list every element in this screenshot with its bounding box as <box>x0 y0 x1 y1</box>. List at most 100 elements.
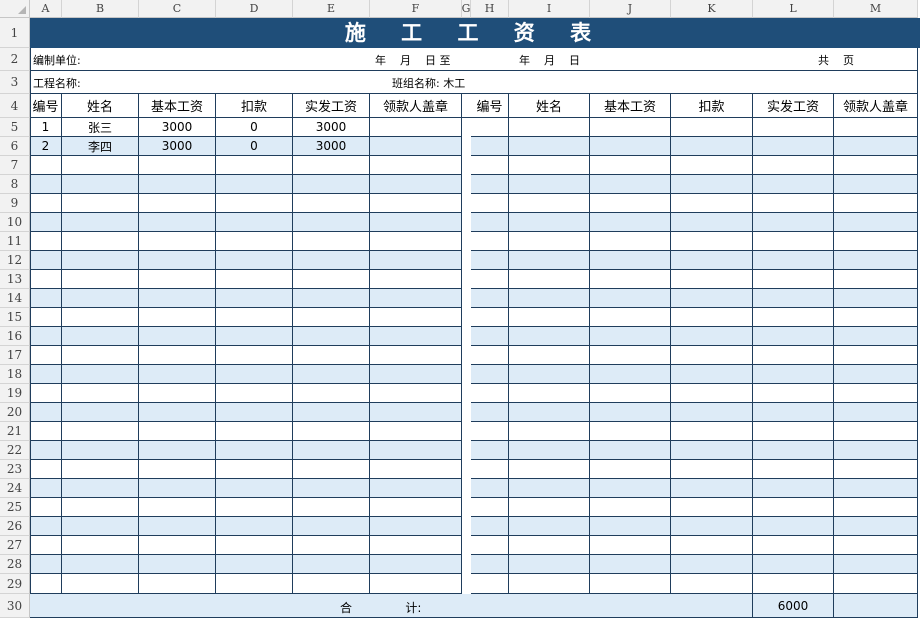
table-cell-right[interactable] <box>471 346 509 365</box>
table-cell-right[interactable] <box>471 232 509 251</box>
gap-cell[interactable] <box>462 346 471 365</box>
table-cell-left[interactable] <box>139 251 216 270</box>
row-header-7[interactable]: 7 <box>0 156 30 175</box>
gap-cell[interactable] <box>462 94 471 118</box>
table-cell-left[interactable] <box>370 574 462 594</box>
table-cell-left[interactable] <box>62 574 139 594</box>
table-cell-right[interactable] <box>671 498 753 517</box>
row-header-14[interactable]: 14 <box>0 289 30 308</box>
table-cell-right[interactable] <box>471 555 509 574</box>
table-cell-right[interactable] <box>509 137 590 156</box>
table-cell-left[interactable]: 1 <box>30 118 62 137</box>
table-cell-left[interactable] <box>216 346 293 365</box>
table-cell-right[interactable] <box>753 441 834 460</box>
table-cell-right[interactable] <box>509 118 590 137</box>
table-cell-left[interactable] <box>139 517 216 536</box>
table-cell-right[interactable] <box>509 289 590 308</box>
table-cell-right[interactable] <box>834 441 918 460</box>
table-cell-right[interactable] <box>753 403 834 422</box>
table-cell-right[interactable] <box>834 156 918 175</box>
table-cell-right[interactable] <box>834 232 918 251</box>
row-header-5[interactable]: 5 <box>0 118 30 137</box>
table-cell-right[interactable] <box>590 365 671 384</box>
table-cell-left[interactable]: 李四 <box>62 137 139 156</box>
table-cell-right[interactable] <box>509 270 590 289</box>
table-cell-left[interactable] <box>62 365 139 384</box>
table-cell-left[interactable] <box>139 156 216 175</box>
header-right-2[interactable]: 基本工资 <box>590 94 671 118</box>
table-cell-right[interactable] <box>834 555 918 574</box>
table-cell-right[interactable] <box>590 441 671 460</box>
table-cell-left[interactable]: 张三 <box>62 118 139 137</box>
table-cell-left[interactable]: 3000 <box>139 118 216 137</box>
table-cell-left[interactable] <box>139 270 216 289</box>
table-cell-left[interactable] <box>139 441 216 460</box>
table-cell-right[interactable] <box>509 213 590 232</box>
table-cell-left[interactable] <box>30 327 62 346</box>
table-cell-left[interactable] <box>62 441 139 460</box>
table-cell-left[interactable] <box>370 536 462 555</box>
table-cell-right[interactable] <box>590 308 671 327</box>
table-cell-right[interactable] <box>671 460 753 479</box>
gap-cell[interactable] <box>462 308 471 327</box>
table-cell-left[interactable] <box>62 536 139 555</box>
table-cell-left[interactable] <box>139 555 216 574</box>
table-cell-left[interactable] <box>293 441 370 460</box>
table-cell-right[interactable] <box>834 137 918 156</box>
table-cell-left[interactable]: 3000 <box>139 137 216 156</box>
table-cell-left[interactable] <box>370 384 462 403</box>
table-cell-left[interactable] <box>139 213 216 232</box>
table-cell-left[interactable] <box>216 175 293 194</box>
table-cell-right[interactable] <box>834 213 918 232</box>
table-cell-right[interactable] <box>590 194 671 213</box>
gap-cell[interactable] <box>462 194 471 213</box>
table-cell-right[interactable] <box>753 308 834 327</box>
table-cell-left[interactable] <box>62 498 139 517</box>
header-left-1[interactable]: 姓名 <box>62 94 139 118</box>
table-cell-left[interactable] <box>139 194 216 213</box>
table-cell-right[interactable] <box>509 175 590 194</box>
table-cell-left[interactable] <box>293 403 370 422</box>
table-cell-right[interactable] <box>671 232 753 251</box>
table-cell-left[interactable] <box>30 422 62 441</box>
table-cell-left[interactable] <box>216 460 293 479</box>
table-cell-left[interactable] <box>139 346 216 365</box>
row-header-8[interactable]: 8 <box>0 175 30 194</box>
table-cell-left[interactable]: 3000 <box>293 137 370 156</box>
table-cell-right[interactable] <box>671 346 753 365</box>
row-header-16[interactable]: 16 <box>0 327 30 346</box>
column-header-I[interactable]: I <box>509 0 590 18</box>
table-cell-right[interactable] <box>834 308 918 327</box>
table-cell-right[interactable] <box>509 308 590 327</box>
table-cell-left[interactable] <box>62 555 139 574</box>
table-cell-right[interactable] <box>834 251 918 270</box>
table-cell-right[interactable] <box>671 365 753 384</box>
table-cell-right[interactable] <box>834 384 918 403</box>
table-cell-left[interactable] <box>370 460 462 479</box>
table-cell-left[interactable]: 0 <box>216 118 293 137</box>
table-cell-left[interactable] <box>62 422 139 441</box>
row-header-1[interactable]: 1 <box>0 18 30 48</box>
table-cell-left[interactable] <box>370 175 462 194</box>
table-cell-left[interactable]: 0 <box>216 137 293 156</box>
table-cell-right[interactable] <box>509 156 590 175</box>
gap-cell[interactable] <box>462 213 471 232</box>
row-header-30[interactable]: 30 <box>0 594 30 618</box>
table-cell-right[interactable] <box>834 365 918 384</box>
row-header-17[interactable]: 17 <box>0 346 30 365</box>
table-cell-left[interactable] <box>293 270 370 289</box>
header-left-5[interactable]: 领款人盖章 <box>370 94 462 118</box>
table-cell-left[interactable] <box>139 232 216 251</box>
header-right-1[interactable]: 姓名 <box>509 94 590 118</box>
table-cell-right[interactable] <box>753 175 834 194</box>
gap-cell[interactable] <box>462 536 471 555</box>
row-header-9[interactable]: 9 <box>0 194 30 213</box>
table-cell-left[interactable] <box>370 498 462 517</box>
table-cell-left[interactable] <box>62 289 139 308</box>
table-cell-left[interactable] <box>139 308 216 327</box>
table-cell-left[interactable] <box>216 251 293 270</box>
row-header-21[interactable]: 21 <box>0 422 30 441</box>
table-cell-left[interactable] <box>30 175 62 194</box>
table-cell-left[interactable] <box>139 175 216 194</box>
table-cell-right[interactable] <box>753 118 834 137</box>
